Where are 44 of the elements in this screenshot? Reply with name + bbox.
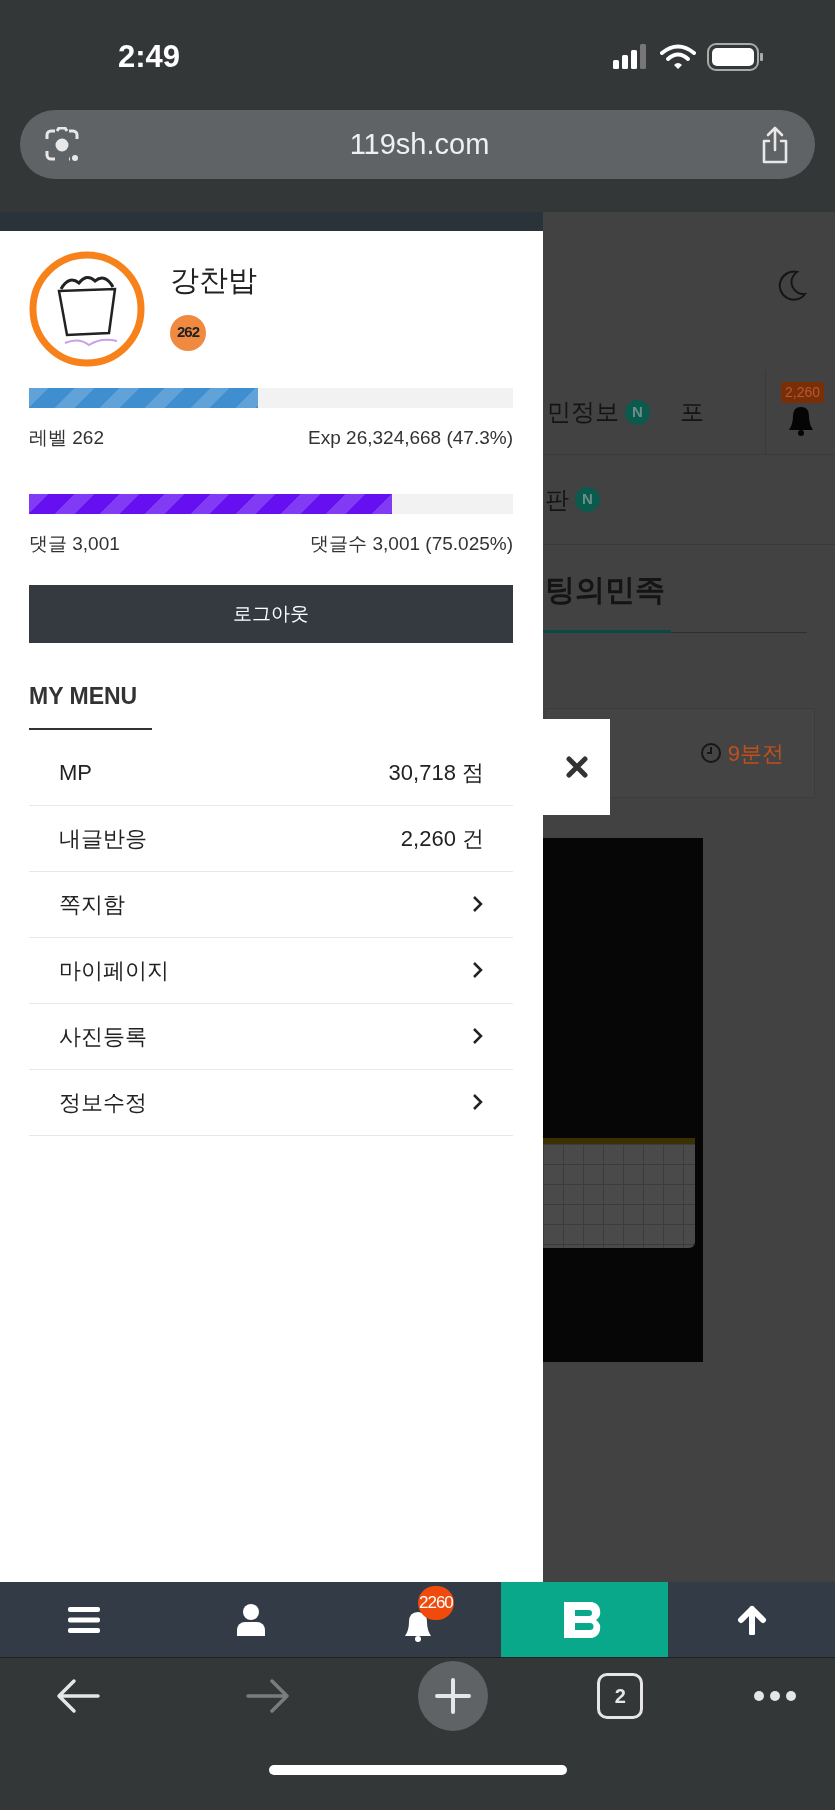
wifi-icon <box>660 44 696 70</box>
tabs-button[interactable]: 2 <box>597 1673 644 1719</box>
menu-item[interactable]: 쪽지함 <box>29 871 513 938</box>
menu-item[interactable]: 내글반응 2,260 건 <box>29 805 513 872</box>
menu-value: 30,718 점 <box>388 758 484 787</box>
notification-badge: 2,260 <box>781 382 825 403</box>
close-icon <box>564 755 589 779</box>
clock-icon <box>699 742 722 764</box>
signal-icon <box>613 44 649 70</box>
chevron-right-icon <box>472 961 484 979</box>
forward-arrow-icon <box>245 1678 290 1714</box>
camera-search-icon[interactable] <box>44 126 80 163</box>
menu-item[interactable]: 마이페이지 <box>29 937 513 1004</box>
menu-title: MY MENU <box>29 683 138 709</box>
url-text: 119sh.com <box>349 126 490 162</box>
close-button[interactable] <box>543 719 610 815</box>
post-time: 9분전 <box>727 739 784 768</box>
new-badge: N <box>625 399 650 425</box>
new-badge: N <box>575 487 600 512</box>
battery-icon <box>707 43 765 71</box>
level-badge: 262 <box>170 314 206 351</box>
chevron-right-icon <box>472 1027 484 1045</box>
progress-value: 댓글수 3,001 (75.025%) <box>310 531 513 556</box>
menu-icon <box>67 1606 100 1633</box>
plus-icon <box>434 1678 471 1714</box>
progress-value: Exp 26,324,668 (47.3%) <box>308 426 513 450</box>
notifications-button[interactable]: 2260 <box>334 1582 501 1657</box>
menu-item[interactable]: 사진등록 <box>29 1003 513 1070</box>
up-arrow-icon <box>736 1604 767 1635</box>
notification-badge: 2260 <box>418 1586 454 1620</box>
logout-button[interactable]: 로그아웃 <box>29 585 513 643</box>
clock-time: 2:49 <box>118 37 181 76</box>
address-bar[interactable]: 119sh.com <box>20 110 815 179</box>
menu-item[interactable]: 정보수정 <box>29 1069 513 1136</box>
chevron-right-icon <box>472 895 484 913</box>
user-icon <box>236 1603 265 1636</box>
progress-label: 레벨 262 <box>29 426 104 450</box>
more-icon[interactable] <box>753 1690 797 1702</box>
user-name: 강찬밥 <box>170 263 257 298</box>
progress-label: 댓글 3,001 <box>29 531 120 556</box>
menu-value: 2,260 건 <box>400 824 484 853</box>
menu-item[interactable]: MP 30,718 점 <box>29 739 513 806</box>
chevron-right-icon <box>472 1093 484 1111</box>
back-arrow-icon <box>56 1678 100 1714</box>
